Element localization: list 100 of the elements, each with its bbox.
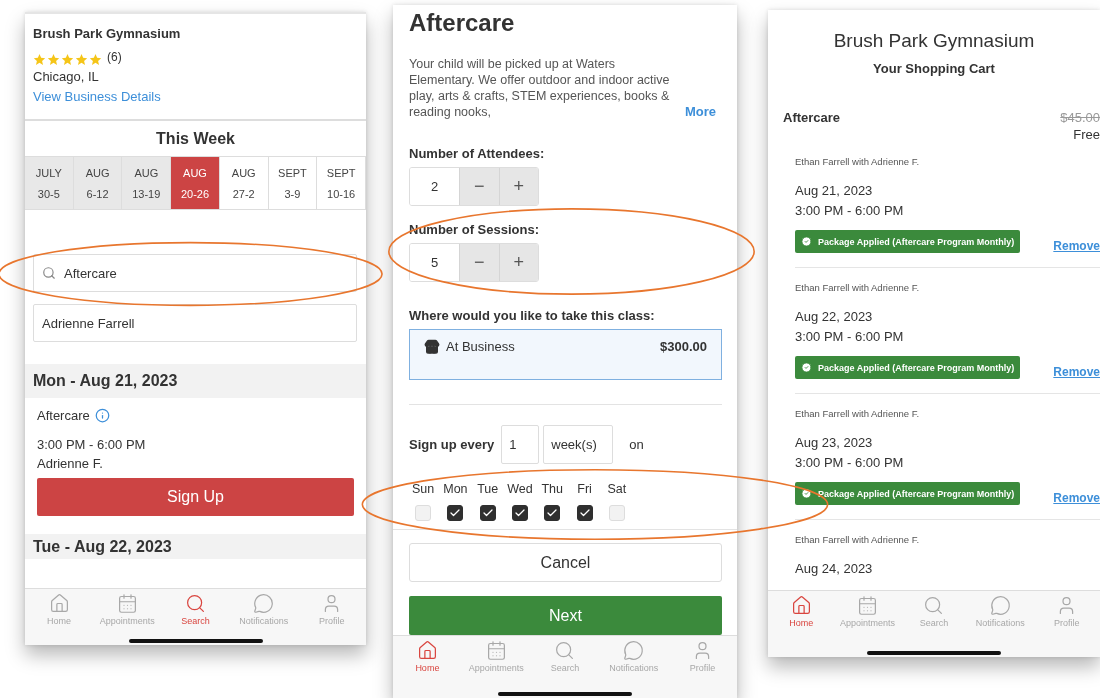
class-title: Aftercare [409, 8, 516, 37]
weekday-label: Thu [541, 482, 564, 496]
location-label: Where would you like to take this class: [409, 308, 656, 323]
week-tab[interactable]: AUG 20-26 [171, 157, 220, 209]
tab-bar-item[interactable]: Notifications [968, 595, 1033, 628]
weekday-label: Tue [477, 482, 499, 496]
business-name: Brush Park Gymnasium [33, 26, 182, 41]
remove-link[interactable]: Remove [1053, 491, 1100, 505]
tab-bar-item[interactable]: Appointments [95, 593, 160, 626]
decrement-button[interactable]: − [459, 244, 499, 281]
original-price: $45.00 [1060, 110, 1100, 125]
tab-bar-item[interactable]: Home [395, 640, 460, 673]
decrement-button[interactable]: − [459, 168, 499, 205]
unit-field[interactable]: week(s) [543, 425, 614, 464]
info-icon[interactable] [94, 408, 110, 423]
home-icon [48, 593, 70, 614]
class-description: Your child will be picked up at Waters Elementary. We offer outdoor and indoor active play, arts & crafts, STEM experiences, books & reading nooks, [409, 56, 671, 120]
check-icon [546, 507, 559, 519]
weekday-label: Mon [443, 482, 468, 496]
attendee-text: Ethan Farrell with Adrienne F. [795, 156, 921, 167]
tab-bar-item[interactable]: Home [27, 593, 92, 626]
more-link[interactable]: More [684, 104, 716, 120]
weekday-checkbox[interactable] [479, 505, 496, 521]
staff-field[interactable]: Adrienne Farrell [33, 304, 357, 342]
tab-bar-item[interactable]: Notifications [601, 640, 666, 673]
tab-bar-item[interactable]: Notifications [231, 593, 296, 626]
weekday-checkbox[interactable] [544, 505, 561, 521]
week-tab[interactable]: AUG 13-19 [122, 157, 172, 209]
session-date: Aug 24, 2023 [795, 561, 874, 576]
location-option[interactable]: At Business $300.00 [409, 329, 722, 380]
next-button[interactable]: Next [409, 596, 722, 635]
weekday-label: Sun [412, 482, 435, 496]
package-badge: Package Applied (Aftercare Program Monthly) [795, 230, 1021, 253]
star-icon [61, 53, 74, 66]
star-icon [33, 53, 46, 66]
home-icon [416, 640, 438, 661]
weekday-checkbox[interactable] [447, 505, 464, 521]
tab-bar-item[interactable]: Search [163, 593, 228, 626]
tab-bar-item[interactable]: Home [769, 595, 834, 628]
day-heading: Tue - Aug 22, 2023 [25, 534, 366, 559]
business-details-link[interactable]: View Business Details [33, 89, 161, 104]
search-icon [554, 640, 576, 661]
speech-bubble-icon [989, 595, 1011, 616]
tab-bar-item[interactable]: Profile [299, 593, 364, 626]
business-name: Brush Park Gymnasium [832, 30, 1036, 52]
check-circle-icon [801, 362, 812, 373]
package-badge: Package Applied (Aftercare Program Monthly) [795, 356, 1021, 379]
location-text: Chicago, IL [33, 69, 100, 84]
remove-link[interactable]: Remove [1053, 365, 1100, 379]
remove-link[interactable]: Remove [1053, 239, 1100, 253]
tab-bar-item[interactable]: Appointments [835, 595, 900, 628]
cancel-button[interactable]: Cancel [409, 543, 722, 582]
class-time: 3:00 PM - 6:00 PM [37, 437, 147, 452]
attendee-text: Ethan Farrell with Adrienne F. [795, 408, 921, 419]
check-icon [578, 507, 591, 519]
weekday-checkbox[interactable] [512, 505, 528, 521]
attendee-text: Ethan Farrell with Adrienne F. [795, 282, 921, 293]
staff-name: Adrienne F. [37, 456, 104, 471]
star-icon [75, 53, 88, 66]
price: Free [1073, 127, 1100, 142]
weekday-checkbox[interactable] [576, 505, 593, 521]
search-icon [42, 266, 56, 280]
search-icon [923, 595, 945, 616]
session-time: 3:00 PM - 6:00 PM [795, 329, 905, 344]
repeat-label: Sign up every [409, 437, 495, 452]
week-tab[interactable]: JULY 30-5 [25, 157, 74, 209]
speech-bubble-icon [623, 640, 645, 661]
session-time: 3:00 PM - 6:00 PM [795, 455, 905, 470]
week-tab[interactable]: AUG 6-12 [73, 157, 123, 209]
review-count: (6) [107, 49, 122, 64]
tab-bar-item[interactable]: Search [901, 595, 966, 628]
tab-bar-item[interactable]: Search [533, 640, 597, 673]
calendar-icon [857, 595, 879, 616]
class-name: Aftercare [37, 408, 90, 423]
calendar-icon [485, 640, 507, 661]
tab-bar-item[interactable]: Profile [670, 640, 735, 673]
check-icon [481, 507, 494, 519]
calendar-icon [116, 593, 138, 614]
increment-button[interactable]: + [498, 168, 538, 205]
session-date: Aug 22, 2023 [795, 309, 874, 324]
cart-subtitle: Your Shopping Cart [872, 61, 996, 76]
check-circle-icon [801, 236, 812, 247]
star-icon [89, 53, 102, 66]
session-time: 3:00 PM - 6:00 PM [795, 203, 905, 218]
search-icon [184, 593, 206, 614]
increment-button[interactable]: + [498, 244, 538, 281]
star-icon [47, 53, 60, 66]
session-date: Aug 23, 2023 [795, 435, 874, 450]
on-text: on [629, 437, 644, 452]
tab-bar-item[interactable]: Appointments [464, 640, 529, 673]
attendee-text: Ethan Farrell with Adrienne F. [795, 534, 921, 545]
speech-bubble-icon [253, 593, 275, 614]
search-field[interactable]: Aftercare [33, 254, 357, 292]
interval-field[interactable]: 1 [501, 425, 540, 464]
sign-up-button[interactable]: Sign Up [37, 478, 354, 516]
tab-bar-item[interactable]: Profile [1034, 595, 1099, 628]
check-circle-icon [801, 488, 812, 499]
class-name: Aftercare [783, 110, 841, 127]
check-icon [514, 507, 526, 519]
stepper-label: Number of Sessions: [409, 222, 541, 237]
